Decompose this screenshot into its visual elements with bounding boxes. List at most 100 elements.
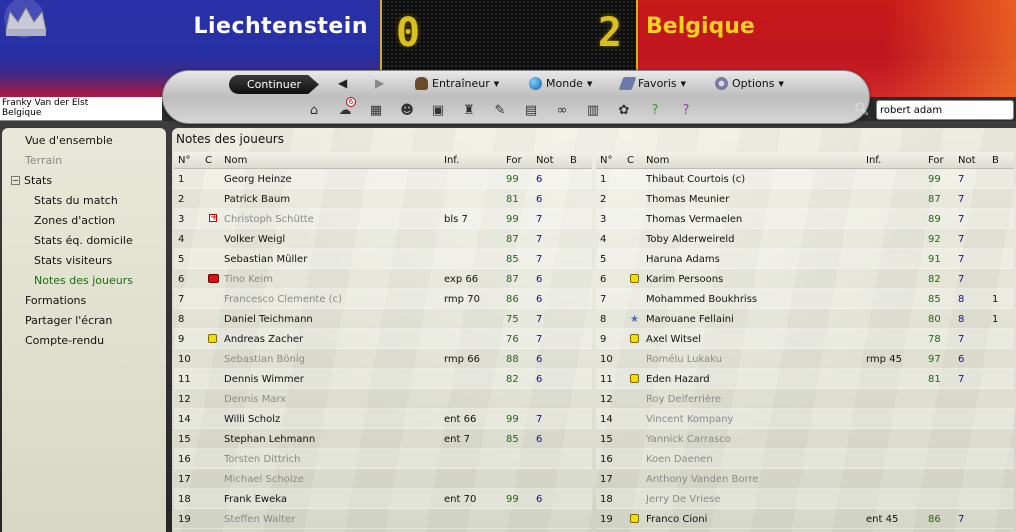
calendar-icon[interactable]: ▦ xyxy=(365,101,387,119)
scout-icon[interactable]: ✎ xyxy=(489,101,511,119)
squad-icon[interactable]: ☻ xyxy=(396,101,418,119)
yellow-card-icon xyxy=(630,374,639,383)
table-row[interactable]: 16 Torsten Dittrich xyxy=(174,449,592,469)
question-icon[interactable]: ? xyxy=(675,101,697,119)
player-name: Sebastian Bönig xyxy=(224,354,305,365)
home-team-name: Liechtenstein xyxy=(193,14,368,39)
sidebar-item-match-stats[interactable]: Stats du match xyxy=(34,194,118,207)
col-nom[interactable]: Nom xyxy=(224,155,247,166)
search-input[interactable] xyxy=(876,100,1014,120)
table-row[interactable]: 9 Axel Witsel 78 7 xyxy=(596,329,1014,349)
player-number: 9 xyxy=(178,334,185,345)
binoculars-icon[interactable]: ∞ xyxy=(551,101,573,119)
shortcut-icon-row: ⌂ ☁ 6 ▦ ☻ ▣ ♜ ✎ ▤ ∞ ▥ ✿ ? ? xyxy=(303,97,697,121)
table-row[interactable]: 2 Thomas Meunier 87 7 xyxy=(596,189,1014,209)
clipboard-icon[interactable]: ▤ xyxy=(520,101,542,119)
sidebar-item-stats[interactable]: − Stats xyxy=(11,174,52,187)
sidebar-item-match-report[interactable]: Compte-rendu xyxy=(25,334,104,347)
sidebar-item-home-stats[interactable]: Stats éq. domicile xyxy=(34,234,133,247)
table-row[interactable]: 8 Daniel Teichmann 75 7 xyxy=(174,309,592,329)
table-row[interactable]: 2 Patrick Baum 81 6 xyxy=(174,189,592,209)
table-row[interactable]: 17 Michael Scholze xyxy=(174,469,592,489)
table-row[interactable]: 15 Yannick Carrasco xyxy=(596,429,1014,449)
sidebar-item-overview[interactable]: Vue d'ensemble xyxy=(25,134,113,147)
table-row[interactable]: 11 Eden Hazard 81 7 xyxy=(596,369,1014,389)
red-card-icon xyxy=(208,274,219,283)
sidebar-item-player-ratings[interactable]: Notes des joueurs xyxy=(34,274,133,287)
table-row[interactable]: 12 Roy Delferrière xyxy=(596,389,1014,409)
table-row[interactable]: 5 Sebastian Müller 85 7 xyxy=(174,249,592,269)
table-row[interactable]: 4 Volker Weigl 87 7 xyxy=(174,229,592,249)
forward-arrow-icon[interactable]: ▶ xyxy=(375,76,384,90)
col-for[interactable]: For xyxy=(928,155,944,166)
col-inf[interactable]: Inf. xyxy=(444,155,459,166)
sidebar-item-action-zones[interactable]: Zones d'action xyxy=(34,214,115,227)
report-icon[interactable]: ▥ xyxy=(582,101,604,119)
col-c[interactable]: C xyxy=(627,155,634,166)
sidebar-item-pitch[interactable]: Terrain xyxy=(25,154,62,167)
table-row[interactable]: 11 Dennis Wimmer 82 6 xyxy=(174,369,592,389)
col-inf[interactable]: Inf. xyxy=(866,155,881,166)
table-row[interactable]: 5 Haruna Adams 91 7 xyxy=(596,249,1014,269)
table-row[interactable]: 7 Mohammed Boukhriss 85 8 1 xyxy=(596,289,1014,309)
table-row[interactable]: 7 Francesco Clemente (c) rmp 70 86 6 xyxy=(174,289,592,309)
help-icon[interactable]: ? xyxy=(644,101,666,119)
player-number: 3 xyxy=(178,214,185,225)
sidebar-item-split-screen[interactable]: Partager l'écran xyxy=(25,314,112,327)
col-num[interactable]: N° xyxy=(600,155,612,166)
trophy-icon[interactable]: ♜ xyxy=(458,101,480,119)
col-not[interactable]: Not xyxy=(958,155,976,166)
menu-world[interactable]: Monde ▼ xyxy=(529,77,592,90)
table-row[interactable]: 19 Franco Cioni ent 45 86 7 xyxy=(596,509,1014,529)
continue-button[interactable]: Continuer xyxy=(229,75,319,94)
player-fitness: 81 xyxy=(928,374,941,385)
table-row[interactable]: 14 Vincent Kompany xyxy=(596,409,1014,429)
col-c[interactable]: C xyxy=(205,155,212,166)
table-row[interactable]: 4 Toby Alderweireld 92 7 xyxy=(596,229,1014,249)
player-fitness: 99 xyxy=(506,414,519,425)
table-row[interactable]: 6 Karim Persoons 82 7 xyxy=(596,269,1014,289)
table-row[interactable]: 3 Christoph Schütte bls 7 99 7 + xyxy=(174,209,592,229)
col-for[interactable]: For xyxy=(506,155,522,166)
table-row[interactable]: 1 Thibaut Courtois (c) 99 7 xyxy=(596,169,1014,189)
col-nom[interactable]: Nom xyxy=(646,155,669,166)
menu-trainer[interactable]: Entraîneur ▼ xyxy=(415,77,499,90)
player-number: 16 xyxy=(178,454,191,465)
col-b[interactable]: B xyxy=(570,155,577,166)
table-row[interactable]: 14 Willi Scholz ent 66 99 7 xyxy=(174,409,592,429)
table-row[interactable]: 18 Frank Eweka ent 70 99 6 xyxy=(174,489,592,509)
table-row[interactable]: 16 Koen Daenen xyxy=(596,449,1014,469)
table-row[interactable]: 9 Andreas Zacher 76 7 xyxy=(174,329,592,349)
table-row[interactable]: 12 Dennis Marx xyxy=(174,389,592,409)
table-row[interactable]: 18 Jerry De Vriese xyxy=(596,489,1014,509)
sidebar-item-away-stats[interactable]: Stats visiteurs xyxy=(34,254,112,267)
table-row[interactable]: 3 Thomas Vermaelen 89 7 xyxy=(596,209,1014,229)
player-number: 2 xyxy=(600,194,607,205)
col-not[interactable]: Not xyxy=(536,155,554,166)
player-fitness: 91 xyxy=(928,254,941,265)
collapse-icon[interactable]: − xyxy=(11,176,20,185)
table-row[interactable]: 6 Tino Keim exp 66 87 6 xyxy=(174,269,592,289)
player-name: Eden Hazard xyxy=(646,374,710,385)
table-row[interactable]: 8 Marouane Fellaini 80 8 1 ★ xyxy=(596,309,1014,329)
table-row[interactable]: 19 Steffen Walter xyxy=(174,509,592,529)
table-row[interactable]: 10 Sebastian Bönig rmp 66 88 6 xyxy=(174,349,592,369)
home-icon[interactable]: ⌂ xyxy=(303,101,325,119)
col-num[interactable]: N° xyxy=(178,155,190,166)
table-row[interactable]: 17 Anthony Vanden Borre xyxy=(596,469,1014,489)
col-b[interactable]: B xyxy=(992,155,999,166)
player-rating: 7 xyxy=(958,374,965,385)
table-row[interactable]: 1 Georg Heinze 99 6 xyxy=(174,169,592,189)
menu-options[interactable]: Options ▼ xyxy=(715,77,784,90)
table-row[interactable]: 10 Romélu Lukaku rmp 45 97 6 xyxy=(596,349,1014,369)
back-arrow-icon[interactable]: ◀ xyxy=(338,76,347,90)
menu-favorites[interactable]: Favoris ▼ xyxy=(618,77,686,90)
club-icon[interactable]: ✿ xyxy=(613,101,635,119)
sidebar-item-formations[interactable]: Formations xyxy=(25,294,86,307)
search-icon[interactable]: 🔍︎ xyxy=(854,102,870,118)
player-name: Sebastian Müller xyxy=(224,254,308,265)
table-row[interactable]: 15 Stephan Lehmann ent 7 85 6 xyxy=(174,429,592,449)
player-number: 15 xyxy=(600,434,613,445)
inbox-icon[interactable]: ☁ 6 xyxy=(334,97,356,119)
tactics-icon[interactable]: ▣ xyxy=(427,101,449,119)
